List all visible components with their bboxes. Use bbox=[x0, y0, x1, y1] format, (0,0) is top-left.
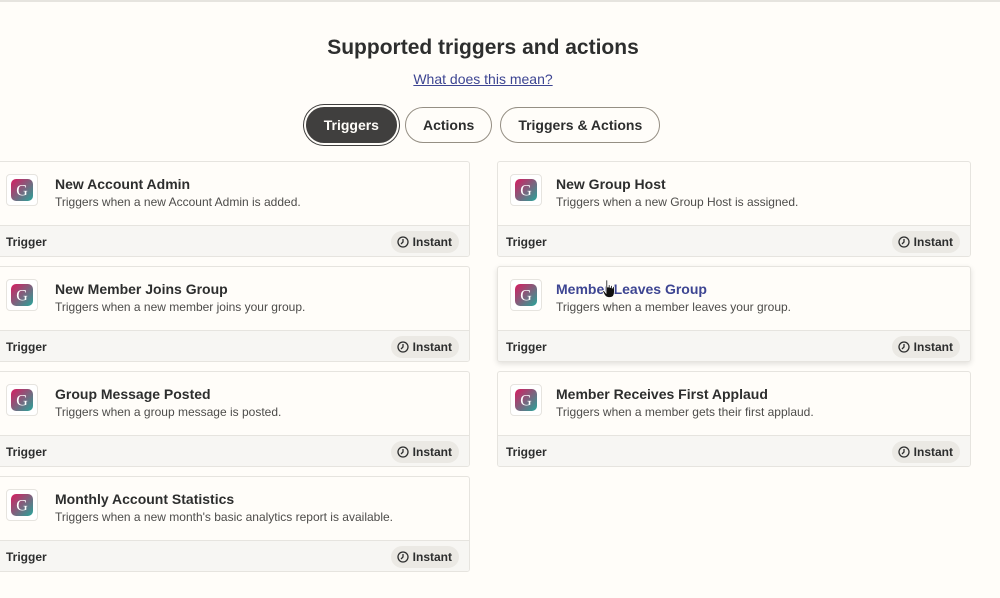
card-description: Triggers when a new member joins your gr… bbox=[55, 300, 306, 314]
svg-text:G: G bbox=[16, 498, 28, 515]
app-logo-icon: G bbox=[6, 489, 38, 521]
page-title: Supported triggers and actions bbox=[327, 36, 639, 59]
instant-badge: Instant bbox=[891, 336, 960, 358]
card-footer: Trigger Instant bbox=[498, 225, 970, 256]
clock-icon bbox=[397, 341, 409, 353]
tab-triggers-and-actions[interactable]: Triggers & Actions bbox=[500, 107, 661, 143]
card-type-label: Trigger bbox=[6, 340, 47, 354]
trigger-card[interactable]: G New Account Admin Triggers when a new … bbox=[0, 161, 470, 257]
card-title[interactable]: Monthly Account Statistics bbox=[55, 491, 234, 507]
card-title[interactable]: Member Leaves Group bbox=[556, 281, 707, 297]
trigger-card[interactable]: G Monthly Account Statistics Triggers wh… bbox=[0, 476, 470, 572]
help-link-container: What does this mean? bbox=[0, 71, 966, 87]
app-logo-icon: G bbox=[6, 279, 38, 311]
clock-icon bbox=[898, 446, 910, 458]
svg-text:G: G bbox=[16, 288, 28, 305]
badge-label: Instant bbox=[913, 235, 953, 249]
card-description: Triggers when a new month's basic analyt… bbox=[55, 510, 394, 524]
badge-label: Instant bbox=[913, 340, 953, 354]
trigger-card[interactable]: G New Group Host Triggers when a new Gro… bbox=[497, 161, 971, 257]
svg-text:G: G bbox=[520, 393, 532, 410]
card-footer: Trigger Instant bbox=[498, 330, 970, 361]
card-description: Triggers when a new Account Admin is add… bbox=[55, 195, 301, 209]
card-footer: Trigger Instant bbox=[0, 540, 469, 571]
svg-text:G: G bbox=[16, 183, 28, 200]
card-title[interactable]: Member Receives First Applaud bbox=[556, 386, 768, 402]
instant-badge: Instant bbox=[891, 441, 960, 463]
card-footer: Trigger Instant bbox=[0, 435, 469, 466]
app-logo-icon: G bbox=[510, 174, 542, 206]
instant-badge: Instant bbox=[390, 231, 459, 253]
badge-label: Instant bbox=[412, 550, 452, 564]
card-title[interactable]: New Member Joins Group bbox=[55, 281, 228, 297]
what-does-this-mean-link[interactable]: What does this mean? bbox=[413, 71, 552, 87]
trigger-card[interactable]: G Member Leaves Group Triggers when a me… bbox=[497, 266, 971, 362]
clock-icon bbox=[397, 446, 409, 458]
app-logo-icon: G bbox=[510, 384, 542, 416]
card-description: Triggers when a member gets their first … bbox=[556, 405, 814, 419]
tab-actions[interactable]: Actions bbox=[404, 107, 493, 143]
card-type-label: Trigger bbox=[506, 340, 547, 354]
svg-text:G: G bbox=[16, 393, 28, 410]
card-description: Triggers when a member leaves your group… bbox=[556, 300, 791, 314]
instant-badge: Instant bbox=[390, 336, 459, 358]
clock-icon bbox=[898, 236, 910, 248]
card-footer: Trigger Instant bbox=[498, 435, 970, 466]
trigger-card[interactable]: G Member Receives First Applaud Triggers… bbox=[497, 371, 971, 467]
hand-pointer-icon bbox=[602, 279, 615, 298]
trigger-card[interactable]: G New Member Joins Group Triggers when a… bbox=[0, 266, 470, 362]
card-title[interactable]: New Account Admin bbox=[55, 176, 190, 192]
card-description: Triggers when a new Group Host is assign… bbox=[556, 195, 799, 209]
badge-label: Instant bbox=[412, 445, 452, 459]
clock-icon bbox=[397, 236, 409, 248]
card-description: Triggers when a group message is posted. bbox=[55, 405, 282, 419]
badge-label: Instant bbox=[412, 340, 452, 354]
card-title[interactable]: New Group Host bbox=[556, 176, 666, 192]
clock-icon bbox=[898, 341, 910, 353]
card-title[interactable]: Group Message Posted bbox=[55, 386, 211, 402]
instant-badge: Instant bbox=[891, 231, 960, 253]
badge-label: Instant bbox=[412, 235, 452, 249]
tab-triggers[interactable]: Triggers bbox=[305, 107, 397, 143]
app-logo-icon: G bbox=[6, 174, 38, 206]
card-type-label: Trigger bbox=[506, 445, 547, 459]
top-divider bbox=[0, 0, 1000, 2]
card-footer: Trigger Instant bbox=[0, 330, 469, 361]
trigger-card[interactable]: G Group Message Posted Triggers when a g… bbox=[0, 371, 470, 467]
app-logo-icon: G bbox=[510, 279, 542, 311]
card-type-label: Trigger bbox=[6, 550, 47, 564]
card-type-label: Trigger bbox=[506, 235, 547, 249]
instant-badge: Instant bbox=[390, 441, 459, 463]
tab-bar: Triggers Actions Triggers & Actions bbox=[0, 107, 1000, 143]
app-logo-icon: G bbox=[6, 384, 38, 416]
clock-icon bbox=[397, 551, 409, 563]
badge-label: Instant bbox=[913, 445, 953, 459]
svg-text:G: G bbox=[520, 288, 532, 305]
card-type-label: Trigger bbox=[6, 445, 47, 459]
instant-badge: Instant bbox=[390, 546, 459, 568]
card-footer: Trigger Instant bbox=[0, 225, 469, 256]
card-type-label: Trigger bbox=[6, 235, 47, 249]
svg-text:G: G bbox=[520, 183, 532, 200]
